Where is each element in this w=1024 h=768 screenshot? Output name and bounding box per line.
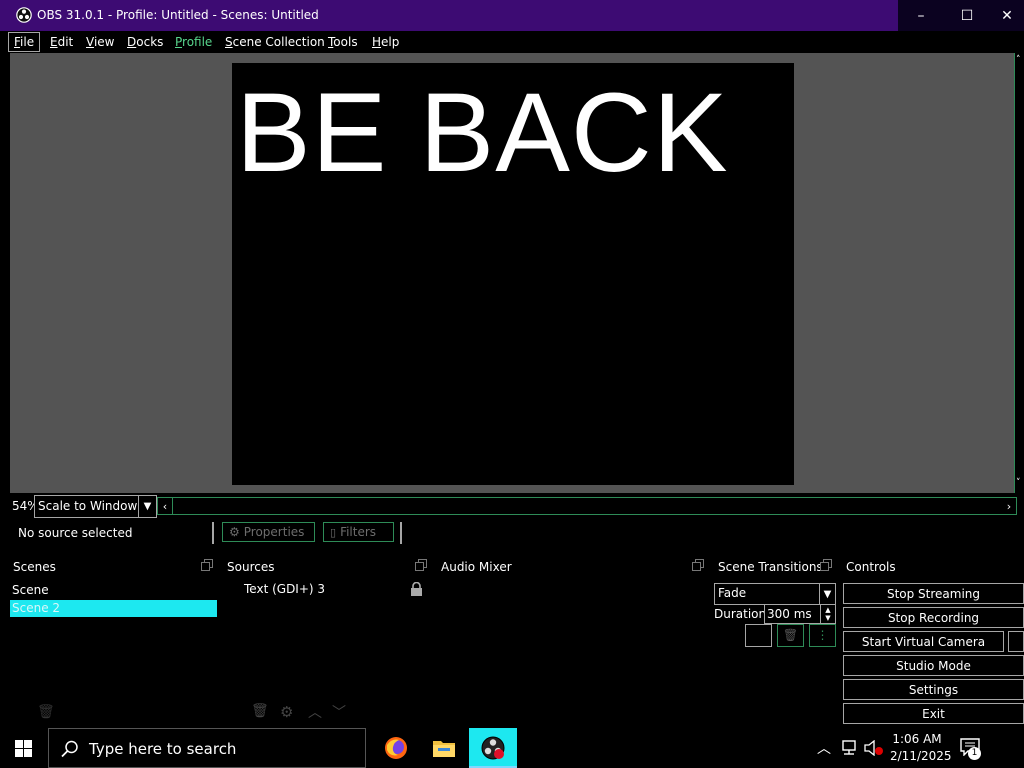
trash-icon[interactable]: 🗑 <box>251 703 269 719</box>
duration-value: 300 ms <box>767 607 812 621</box>
more-icon: ⋮ <box>816 628 829 642</box>
clock-time: 1:06 AM <box>892 732 942 746</box>
preview-vertical-scrollbar[interactable]: ˄ ˅ <box>1014 53 1024 493</box>
duration-input[interactable]: 300 ms ▲ ▼ <box>764 604 836 624</box>
duration-label: Duration <box>714 607 767 621</box>
gear-icon[interactable]: ⚙ <box>280 703 293 721</box>
controls-dock-title: Controls <box>846 560 896 574</box>
chevron-up-icon[interactable]: ︿ <box>817 738 831 758</box>
chevron-up-icon[interactable]: ︿ <box>308 702 322 722</box>
menu-view[interactable]: View <box>84 33 116 51</box>
system-clock[interactable]: 1:06 AM 2/11/2025 <box>890 731 952 765</box>
minimize-icon: – <box>917 7 925 24</box>
window-title: OBS 31.0.1 - Profile: Untitled - Scenes:… <box>37 8 319 22</box>
close-icon: ✕ <box>1001 7 1013 24</box>
transition-select[interactable]: Fade ▼ <box>714 583 836 605</box>
add-transition-button[interactable] <box>745 624 772 647</box>
lock-icon[interactable] <box>410 582 423 597</box>
menu-scene-collection[interactable]: Scene Collection <box>223 33 327 51</box>
scene-item[interactable]: Scene <box>12 583 49 597</box>
scene-item-selected[interactable]: Scene 2 <box>10 600 217 617</box>
stop-streaming-button[interactable]: Stop Streaming <box>843 583 1024 604</box>
close-button[interactable]: ✕ <box>990 0 1024 31</box>
notification-center[interactable]: 1 <box>960 738 982 760</box>
undock-icon[interactable] <box>201 559 213 571</box>
chevron-down-icon[interactable]: ﹀ <box>332 702 346 722</box>
source-status: No source selected <box>18 526 133 540</box>
sources-dock-title: Sources <box>227 560 275 574</box>
duration-spinner[interactable]: ▲ ▼ <box>820 605 835 623</box>
menu-tools[interactable]: Tools <box>326 33 360 51</box>
preview-left-edge <box>0 53 10 493</box>
minimize-button[interactable]: – <box>898 0 944 31</box>
menu-docks[interactable]: Docks <box>125 33 165 51</box>
menu-file[interactable]: File <box>8 32 41 52</box>
taskbar-search[interactable]: Type here to search <box>48 728 366 768</box>
scenes-dock-title: Scenes <box>13 560 56 574</box>
toolbar-separator <box>212 522 214 544</box>
exit-button[interactable]: Exit <box>843 703 1024 724</box>
undock-icon[interactable] <box>415 559 427 571</box>
audio-mixer-dock-title: Audio Mixer <box>441 560 512 574</box>
gear-icon: ⚙ <box>229 525 240 539</box>
filter-icon: ▯ <box>330 525 337 539</box>
chevron-down-icon: ▼ <box>138 496 156 517</box>
properties-button[interactable]: ⚙ Properties <box>222 522 315 542</box>
firefox-icon[interactable] <box>372 728 420 768</box>
undock-icon[interactable] <box>820 559 832 571</box>
start-virtual-camera-button[interactable]: Start Virtual Camera <box>843 631 1004 652</box>
menu-bar: File Edit View Docks Profile Scene Colle… <box>0 31 1024 53</box>
scale-mode-value: Scale to Window <box>38 499 138 513</box>
remove-transition-button[interactable]: 🗑 <box>777 624 804 647</box>
transition-menu-button[interactable]: ⋮ <box>809 624 836 647</box>
trash-icon[interactable]: 🗑 <box>37 704 55 720</box>
menu-edit[interactable]: Edit <box>48 33 75 51</box>
notification-badge: 1 <box>968 747 981 760</box>
stop-recording-button[interactable]: Stop Recording <box>843 607 1024 628</box>
clock-date: 2/11/2025 <box>890 749 952 763</box>
file-explorer-icon[interactable] <box>420 728 468 768</box>
preview-canvas[interactable]: BE BACK <box>232 63 794 485</box>
menu-profile[interactable]: Profile <box>173 33 214 51</box>
scene-transitions-dock-title: Scene Transitions <box>718 560 823 574</box>
search-icon <box>61 740 78 758</box>
scroll-right-icon[interactable]: › <box>1002 498 1016 514</box>
scroll-track-divider <box>172 498 173 514</box>
transition-value: Fade <box>718 586 747 600</box>
source-item[interactable]: Text (GDI+) 3 <box>244 582 325 596</box>
studio-mode-button[interactable]: Studio Mode <box>843 655 1024 676</box>
windows-start-icon[interactable] <box>15 740 32 757</box>
maximize-icon: ☐ <box>960 7 974 24</box>
search-placeholder: Type here to search <box>89 740 237 758</box>
undock-icon[interactable] <box>692 559 704 571</box>
filters-button[interactable]: ▯ Filters <box>323 522 394 542</box>
scale-mode-select[interactable]: Scale to Window ▼ <box>34 495 157 518</box>
trash-icon: 🗑 <box>782 628 799 642</box>
preview-horizontal-scrollbar[interactable]: ‹ › <box>157 497 1017 515</box>
network-icon[interactable] <box>840 740 858 756</box>
menu-help[interactable]: Help <box>370 33 401 51</box>
title-bar: OBS 31.0.1 - Profile: Untitled - Scenes:… <box>0 0 1024 31</box>
scroll-down-icon[interactable]: ˅ <box>1016 478 1021 488</box>
canvas-text: BE BACK <box>236 70 729 195</box>
volume-muted-icon[interactable] <box>864 740 884 756</box>
obs-logo-icon <box>16 7 32 23</box>
obs-taskbar-icon[interactable] <box>469 728 517 768</box>
chevron-down-icon: ▼ <box>819 584 835 604</box>
maximize-button[interactable]: ☐ <box>944 0 990 31</box>
virtual-camera-config-button[interactable] <box>1008 631 1024 652</box>
scroll-up-icon[interactable]: ˄ <box>1016 55 1021 65</box>
scroll-left-icon[interactable]: ‹ <box>158 498 172 514</box>
toolbar-separator <box>400 522 402 544</box>
settings-button[interactable]: Settings <box>843 679 1024 700</box>
